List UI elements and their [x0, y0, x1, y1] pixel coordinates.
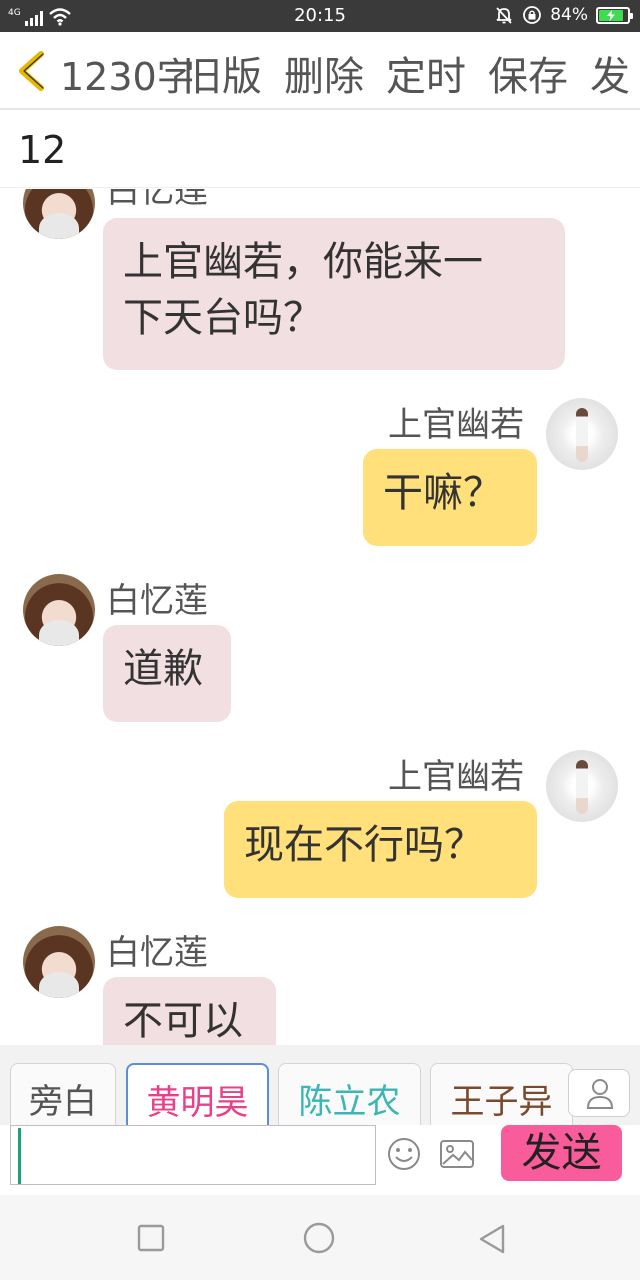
role-label: 王子异 [450, 1082, 553, 1122]
system-nav-bar [0, 1195, 640, 1280]
speaker-name: 上官幽若 [388, 405, 524, 445]
chapter-title-row: 12 [0, 110, 640, 188]
role-label: 黄明昊 [146, 1083, 249, 1123]
text-caret [18, 1128, 21, 1184]
message-bubble[interactable]: 现在不行吗？ [224, 801, 537, 898]
message-input[interactable] [10, 1125, 376, 1185]
message-right[interactable]: 上官幽若 现在不行吗？ [0, 749, 640, 899]
schedule-button[interactable]: 定时 [386, 44, 466, 102]
publish-button[interactable]: 发 [590, 44, 630, 102]
chapter-title[interactable]: 12 [18, 128, 66, 172]
message-left[interactable]: 白忆莲 上官幽若，你能来一 下天台吗？ [0, 189, 640, 379]
shangguan-youruo-avatar[interactable] [546, 750, 618, 822]
smiley-icon[interactable] [385, 1135, 423, 1173]
status-bar: 4G 20:15 84% [0, 0, 640, 32]
message-text-line: 不可以 [123, 998, 243, 1044]
speaker-name: 白忆莲 [106, 933, 208, 973]
editor-toolbar: 1230字 旧版 删除 定时 保存 发 [0, 32, 640, 110]
toolbar-actions: 旧版 删除 定时 保存 发 [182, 44, 630, 102]
message-text-line: 下天台吗？ [123, 295, 323, 341]
message-left[interactable]: 白忆莲 道歉 [0, 573, 640, 723]
message-text-line: 现在不行吗？ [244, 822, 484, 868]
message-bubble[interactable]: 道歉 [103, 625, 231, 722]
mute-icon [496, 7, 512, 24]
word-count: 1230字 [60, 55, 195, 99]
message-bubble[interactable]: 干嘛？ [363, 449, 537, 546]
message-text-line: 道歉 [123, 646, 203, 692]
send-button[interactable]: 发送 [501, 1125, 622, 1181]
role-tab-chen-linong[interactable]: 陈立农 [278, 1063, 421, 1125]
person-icon [586, 1079, 614, 1109]
role-label: 陈立农 [298, 1082, 401, 1122]
recent-apps-icon[interactable] [136, 1223, 166, 1253]
message-bubble[interactable]: 不可以 [103, 977, 276, 1045]
battery-icon [596, 6, 633, 24]
chat-area[interactable]: 白忆莲 上官幽若，你能来一 下天台吗？ 上官幽若 干嘛？ 白忆莲 道歉 上官幽若… [0, 189, 640, 1045]
role-selector: 旁白 黄明昊 陈立农 王子异 [0, 1045, 640, 1125]
speaker-name: 上官幽若 [388, 757, 524, 797]
composer: 发送 [0, 1125, 640, 1195]
role-tab-huang-minghao[interactable]: 黄明昊 [126, 1063, 269, 1125]
role-tab-wang-ziyi[interactable]: 王子异 [430, 1063, 573, 1125]
message-right[interactable]: 上官幽若 干嘛？ [0, 397, 640, 547]
message-text-line: 干嘛？ [383, 470, 503, 516]
message-text-line: 上官幽若，你能来一 [123, 239, 483, 285]
rotation-lock-icon [523, 6, 542, 24]
speaker-name: 白忆莲 [106, 189, 208, 211]
add-role-button[interactable] [568, 1069, 630, 1117]
chevron-left-icon[interactable] [14, 50, 50, 92]
home-icon[interactable] [302, 1221, 336, 1255]
image-icon[interactable] [438, 1135, 476, 1173]
battery-percent: 84% [550, 5, 588, 25]
save-button[interactable]: 保存 [488, 44, 568, 102]
role-label: 旁白 [29, 1082, 97, 1122]
delete-button[interactable]: 删除 [284, 44, 364, 102]
bai-yilian-avatar[interactable] [23, 189, 95, 239]
bai-yilian-avatar[interactable] [23, 926, 95, 998]
speaker-name: 白忆莲 [106, 581, 208, 621]
message-bubble[interactable]: 上官幽若，你能来一 下天台吗？ [103, 218, 565, 370]
bai-yilian-avatar[interactable] [23, 574, 95, 646]
role-tab-narrator[interactable]: 旁白 [10, 1063, 116, 1125]
message-left[interactable]: 白忆莲 不可以 [0, 925, 640, 1045]
shangguan-youruo-avatar[interactable] [546, 398, 618, 470]
status-right: 84% [494, 5, 633, 25]
back-icon[interactable] [476, 1223, 508, 1255]
old-version-button[interactable]: 旧版 [182, 44, 262, 102]
